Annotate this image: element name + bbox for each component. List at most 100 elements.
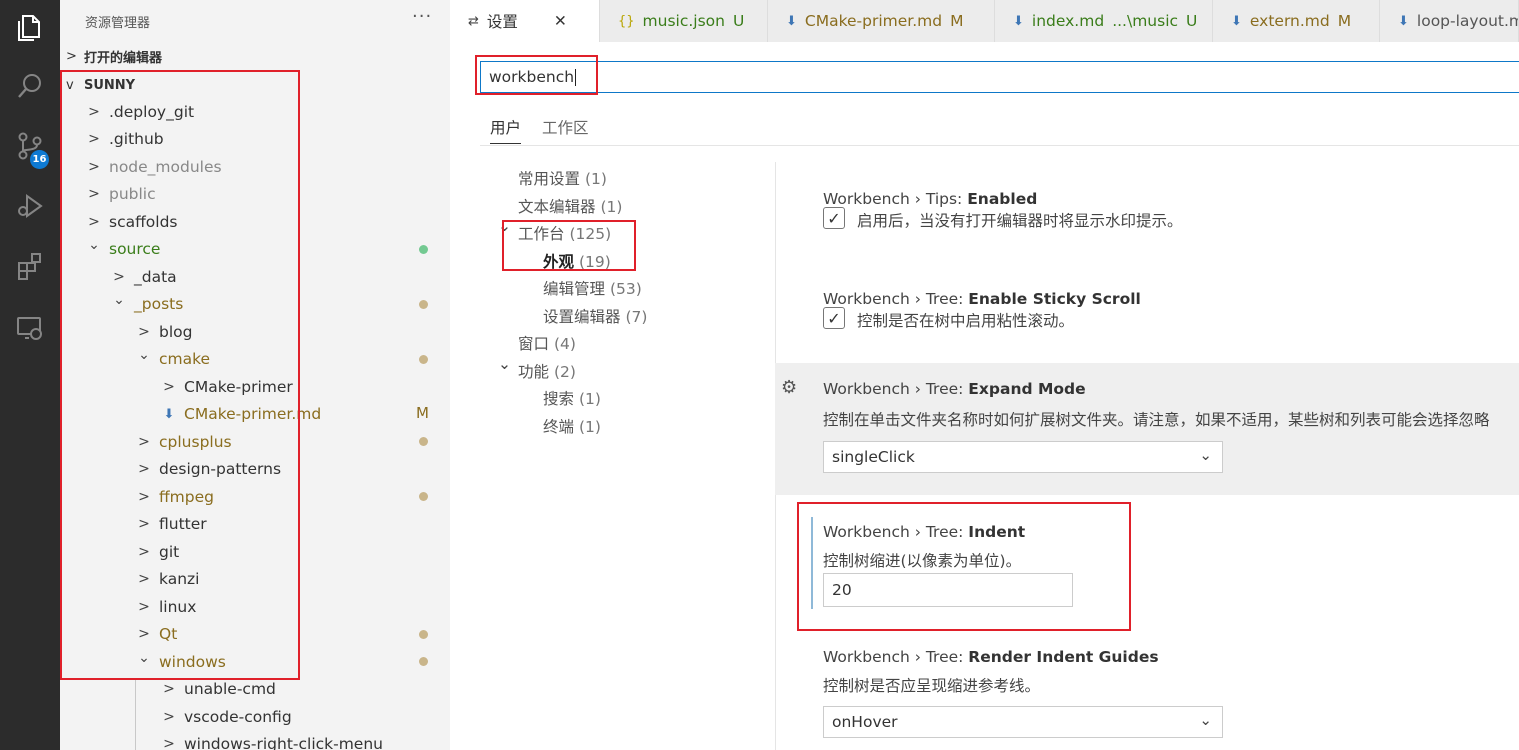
files-icon [15, 13, 45, 47]
tree-item[interactable]: > _data [60, 263, 450, 290]
gear-icon[interactable]: ⚙ [781, 377, 797, 398]
setting-number-input[interactable]: 20 [823, 573, 1073, 607]
explorer-sidebar: 资源管理器 ··· > 打开的编辑器 v SUNNY > .deploy_git >… [60, 0, 450, 750]
editor-tab[interactable]: ⬇ loop-layout.m [1380, 0, 1519, 42]
tree-item[interactable]: > scaffolds [60, 208, 450, 235]
toc-item[interactable]: ⌄ 功能 (2) [498, 355, 576, 382]
tree-item[interactable]: > kanzi [60, 566, 450, 593]
setting-checkbox[interactable]: ✓ [823, 307, 845, 329]
toc-item[interactable]: 终端 (1) [543, 415, 601, 437]
chevron-down-icon: ⌄ [113, 292, 125, 308]
editor-tab-status: U [1186, 12, 1198, 30]
git-modified-flag: M [416, 403, 429, 422]
setting-dropdown[interactable]: singleClick ⌄ [823, 441, 1223, 473]
setting-name: Enabled [967, 190, 1038, 208]
settings-editor: workbench 用户 工作区 常用设置 (1) 文本编辑器 (1) ⌄ 工作台 (… [450, 42, 1519, 750]
toc-item[interactable]: 搜索 (1) [543, 387, 601, 409]
tree-item-label: .github [109, 130, 164, 148]
tree-item-label: _posts [134, 295, 184, 313]
chevron-down-icon: ⌄ [88, 237, 100, 253]
open-editors-section[interactable]: > 打开的编辑器 [60, 42, 450, 70]
open-editors-label: 打开的编辑器 [84, 50, 163, 66]
setting-category: Workbench › Tips: [823, 190, 968, 208]
tab-workspace-settings[interactable]: 工作区 [542, 116, 589, 144]
toc-item-label: 工作台 [518, 225, 565, 243]
chevron-right-icon: > [163, 736, 175, 750]
tree-item[interactable]: > .deploy_git [60, 98, 450, 125]
chevron-right-icon: > [138, 598, 150, 615]
tree-item[interactable]: ⌄ windows [60, 648, 450, 675]
more-actions-icon[interactable]: ··· [412, 6, 432, 27]
git-status-dot [419, 629, 428, 639]
run-debug-activity-button[interactable] [0, 180, 60, 236]
toc-item[interactable]: 窗口 (4) [518, 332, 576, 354]
tree-item[interactable]: > flutter [60, 511, 450, 538]
editor-tab[interactable]: ⬇ CMake-primer.md M [768, 0, 995, 42]
tree-item[interactable]: > cplusplus [60, 428, 450, 455]
toc-item-label: 搜索 [543, 390, 575, 408]
toc-item[interactable]: 设置编辑器 (7) [543, 305, 647, 327]
chevron-right-icon: > [88, 158, 100, 175]
search-activity-button[interactable] [0, 60, 60, 116]
tree-item-label: vscode-config [184, 707, 292, 726]
tree-item[interactable]: > ffmpeg [60, 483, 450, 510]
tree-item[interactable]: ⌄ source [60, 236, 450, 263]
tree-item[interactable]: > CMake-primer [60, 373, 450, 400]
tree-item[interactable]: > blog [60, 318, 450, 345]
toc-item[interactable]: 文本编辑器 (1) [518, 195, 622, 217]
chevron-down-icon: ⌄ [1199, 711, 1212, 729]
setting-description: 控制是否在树中启用粘性滚动。 [857, 312, 1075, 330]
tree-item[interactable]: > design-patterns [60, 456, 450, 483]
tree-item[interactable]: > linux [60, 593, 450, 620]
chevron-right-icon: > [138, 323, 150, 340]
setting-dropdown[interactable]: onHover ⌄ [823, 706, 1223, 738]
editor-tab[interactable]: {} music.json U [600, 0, 768, 42]
setting-checkbox[interactable]: ✓ [823, 207, 845, 229]
toc-item[interactable]: 外观 (19) [543, 250, 611, 272]
editor-tab[interactable]: ⇄ 设置 ✕ [450, 0, 600, 42]
workspace-root-section[interactable]: v SUNNY [60, 71, 450, 99]
editor-tab-label: 设置 [486, 13, 518, 31]
toc-item[interactable]: 常用设置 (1) [518, 167, 607, 189]
toc-item[interactable]: 编辑管理 (53) [543, 277, 642, 299]
tree-item[interactable]: > vscode-config [60, 703, 450, 730]
tree-item[interactable]: > .github [60, 126, 450, 153]
toc-item[interactable]: ⌄ 工作台 (125) [498, 217, 611, 244]
setting-title: Workbench › Tree: Indent [823, 523, 1025, 541]
tree-item[interactable]: > unable-cmd [60, 676, 450, 703]
extensions-activity-button[interactable] [0, 240, 60, 296]
tree-item-label: design-patterns [159, 460, 282, 478]
settings-search-input[interactable]: workbench [480, 61, 1519, 93]
tree-item[interactable]: ⌄ cmake [60, 346, 450, 373]
toc-item-label: 窗口 [518, 335, 550, 353]
tree-item[interactable]: ⌄ _posts [60, 291, 450, 318]
tree-item-label: _data [134, 267, 177, 286]
tree-item-label: linux [159, 597, 197, 616]
tree-item[interactable]: > Qt [60, 621, 450, 648]
markdown-download-icon: ⬇ [1231, 13, 1242, 29]
close-icon[interactable]: ✕ [554, 12, 567, 30]
editor-tab[interactable]: ⬇ extern.md M [1213, 0, 1380, 42]
tree-item[interactable]: > windows-right-click-menu [60, 731, 450, 750]
setting-description: 控制在单击文件夹名称时如何扩展树文件夹。请注意，如果不适用，某些树和列表可能会选… [823, 411, 1490, 429]
tree-item[interactable]: > node_modules [60, 153, 450, 180]
tree-item-label: windows [159, 652, 226, 671]
setting-item: Workbench › Tree: Indent 控制树缩进(以像素为单位)。 20 [775, 497, 1519, 627]
markdown-download-icon: ⬇ [163, 406, 175, 422]
checkmark-icon: ✓ [827, 208, 841, 228]
tree-item[interactable]: > public [60, 181, 450, 208]
workspace-root-label: SUNNY [84, 77, 136, 93]
source-control-activity-button[interactable] [0, 120, 60, 176]
setting-item: Workbench › Tree: Expand Mode 控制在单击文件夹名称时… [775, 363, 1519, 495]
editor-tab[interactable]: ⬇ index.md ...\music U [995, 0, 1213, 42]
editor-tab-label: loop-layout.m [1416, 12, 1519, 30]
chevron-right-icon: > [138, 543, 150, 560]
git-status-dot [419, 299, 428, 309]
editor-tab-label: extern.md [1249, 12, 1330, 30]
tab-user-settings[interactable]: 用户 [490, 116, 522, 144]
tree-item[interactable]: > git [60, 538, 450, 565]
search-icon [15, 71, 45, 105]
explorer-activity-button[interactable] [0, 2, 60, 58]
remote-explorer-activity-button[interactable] [0, 302, 60, 358]
tree-item[interactable]: ⬇ CMake-primer.md M [60, 401, 450, 428]
